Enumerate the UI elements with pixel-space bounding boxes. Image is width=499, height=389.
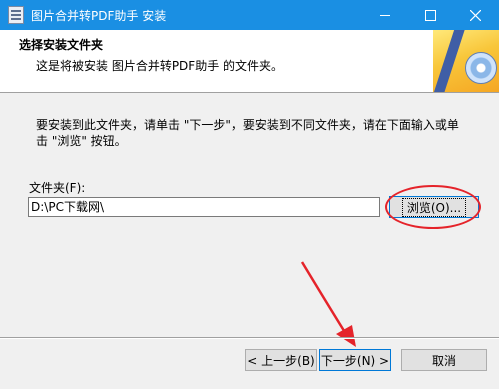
footer-separator — [0, 337, 499, 339]
red-arrow-annotation — [300, 261, 356, 347]
back-button[interactable]: < 上一步(B) — [245, 349, 317, 371]
cancel-button[interactable]: 取消 — [401, 349, 487, 371]
next-button[interactable]: 下一步(N) > — [319, 349, 391, 371]
